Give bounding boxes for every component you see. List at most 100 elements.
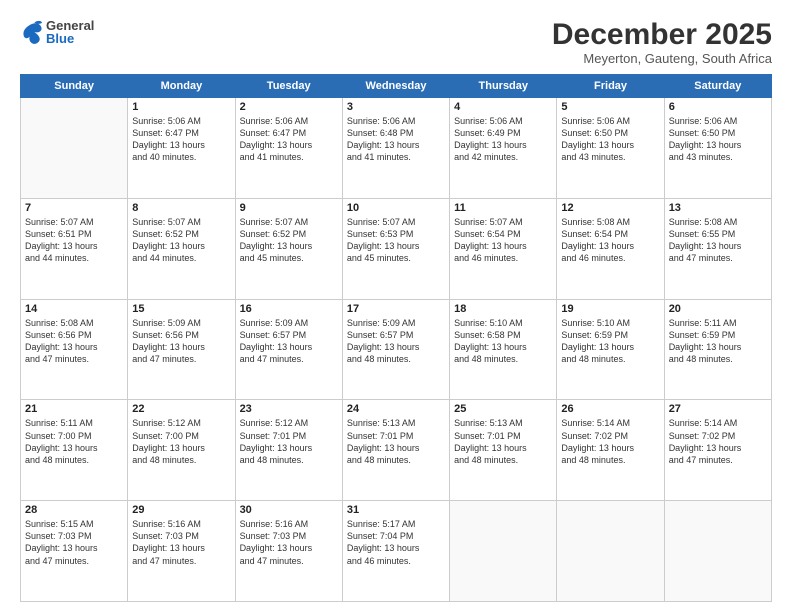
cell-day-number: 4 [454,101,552,113]
daylight-line1: Daylight: 13 hours [454,139,552,151]
daylight-line2: and 47 minutes. [25,555,123,567]
cell-sun-info: Sunrise: 5:10 AMSunset: 6:59 PMDaylight:… [561,317,659,366]
daylight-line1: Daylight: 13 hours [669,240,767,252]
sunrise-text: Sunrise: 5:10 AM [561,317,659,329]
sunset-text: Sunset: 7:02 PM [669,430,767,442]
daylight-line1: Daylight: 13 hours [561,442,659,454]
table-row [557,501,664,602]
cell-sun-info: Sunrise: 5:16 AMSunset: 7:03 PMDaylight:… [240,518,338,567]
daylight-line1: Daylight: 13 hours [132,542,230,554]
logo-blue-text: Blue [46,32,94,45]
table-row: 12Sunrise: 5:08 AMSunset: 6:54 PMDayligh… [557,198,664,299]
sunset-text: Sunset: 6:58 PM [454,329,552,341]
daylight-line1: Daylight: 13 hours [669,139,767,151]
table-row: 9 Sunrise: 5:07 AMSunset: 6:52 PMDaylight… [235,198,342,299]
cell-sun-info: Sunrise: 5:07 AMSunset: 6:52 PMDaylight:… [132,216,230,265]
table-row: 28 Sunrise: 5:15 AMSunset: 7:03 PMDayligh… [21,501,128,602]
daylight-line1: Daylight: 13 hours [454,341,552,353]
table-row: 2Sunrise: 5:06 AMSunset: 6:47 PMDaylight… [235,98,342,199]
daylight-line2: and 47 minutes. [669,252,767,264]
cell-day-number: 31 [347,504,445,516]
daylight-line2: and 46 minutes. [454,252,552,264]
daylight-line1: Daylight: 13 hours [25,240,123,252]
cell-day-number: 8 [132,202,230,214]
table-row: 4 Sunrise: 5:06 AMSunset: 6:49 PMDaylight… [450,98,557,199]
cell-day-number: 26 [561,403,659,415]
month-title: December 2025 [552,18,772,51]
cell-sun-info: Sunrise: 5:16 AMSunset: 7:03 PMDaylight:… [132,518,230,567]
header-sunday: Sunday [21,75,128,98]
sunset-text: Sunset: 6:55 PM [669,228,767,240]
sunset-text: Sunset: 6:57 PM [240,329,338,341]
table-row [21,98,128,199]
table-row: 24Sunrise: 5:13 AMSunset: 7:01 PMDayligh… [342,400,449,501]
daylight-line2: and 41 minutes. [347,151,445,163]
table-row: 25Sunrise: 5:13 AMSunset: 7:01 PMDayligh… [450,400,557,501]
table-row: 17Sunrise: 5:09 AMSunset: 6:57 PMDayligh… [342,299,449,400]
daylight-line2: and 44 minutes. [132,252,230,264]
daylight-line2: and 47 minutes. [240,555,338,567]
cell-day-number: 9 [240,202,338,214]
daylight-line2: and 48 minutes. [669,353,767,365]
daylight-line1: Daylight: 13 hours [132,139,230,151]
daylight-line2: and 40 minutes. [132,151,230,163]
header: General Blue December 2025 Meyerton, Gau… [20,18,772,66]
daylight-line2: and 46 minutes. [347,555,445,567]
cell-sun-info: Sunrise: 5:07 AMSunset: 6:52 PMDaylight:… [240,216,338,265]
daylight-line1: Daylight: 13 hours [132,341,230,353]
cell-day-number: 14 [25,303,123,315]
table-row: 30Sunrise: 5:16 AMSunset: 7:03 PMDayligh… [235,501,342,602]
location: Meyerton, Gauteng, South Africa [552,51,772,66]
cell-day-number: 28 [25,504,123,516]
cell-day-number: 13 [669,202,767,214]
daylight-line2: and 48 minutes. [561,353,659,365]
cell-day-number: 6 [669,101,767,113]
calendar-table: Sunday Monday Tuesday Wednesday Thursday… [20,74,772,602]
sunset-text: Sunset: 6:59 PM [669,329,767,341]
cell-day-number: 24 [347,403,445,415]
daylight-line2: and 47 minutes. [132,353,230,365]
cell-sun-info: Sunrise: 5:06 AMSunset: 6:47 PMDaylight:… [132,115,230,164]
daylight-line1: Daylight: 13 hours [25,542,123,554]
daylight-line1: Daylight: 13 hours [240,341,338,353]
calendar-week-row: 28 Sunrise: 5:15 AMSunset: 7:03 PMDayligh… [21,501,772,602]
cell-sun-info: Sunrise: 5:15 AMSunset: 7:03 PMDaylight:… [25,518,123,567]
daylight-line1: Daylight: 13 hours [347,240,445,252]
sunrise-text: Sunrise: 5:14 AM [669,417,767,429]
daylight-line2: and 43 minutes. [669,151,767,163]
cell-day-number: 11 [454,202,552,214]
cell-sun-info: Sunrise: 5:06 AMSunset: 6:47 PMDaylight:… [240,115,338,164]
table-row: 26 Sunrise: 5:14 AMSunset: 7:02 PMDayligh… [557,400,664,501]
cell-day-number: 17 [347,303,445,315]
header-tuesday: Tuesday [235,75,342,98]
sunset-text: Sunset: 6:52 PM [240,228,338,240]
sunset-text: Sunset: 7:03 PM [240,530,338,542]
cell-sun-info: Sunrise: 5:12 AMSunset: 7:00 PMDaylight:… [132,417,230,466]
table-row: 31Sunrise: 5:17 AMSunset: 7:04 PMDayligh… [342,501,449,602]
cell-day-number: 29 [132,504,230,516]
daylight-line2: and 47 minutes. [132,555,230,567]
cell-sun-info: Sunrise: 5:13 AMSunset: 7:01 PMDaylight:… [454,417,552,466]
cell-sun-info: Sunrise: 5:08 AMSunset: 6:54 PMDaylight:… [561,216,659,265]
cell-sun-info: Sunrise: 5:06 AMSunset: 6:48 PMDaylight:… [347,115,445,164]
table-row: 6Sunrise: 5:06 AMSunset: 6:50 PMDaylight… [664,98,771,199]
sunrise-text: Sunrise: 5:08 AM [561,216,659,228]
sunrise-text: Sunrise: 5:13 AM [454,417,552,429]
sunrise-text: Sunrise: 5:06 AM [669,115,767,127]
cell-sun-info: Sunrise: 5:06 AMSunset: 6:49 PMDaylight:… [454,115,552,164]
daylight-line1: Daylight: 13 hours [454,442,552,454]
sunrise-text: Sunrise: 5:14 AM [561,417,659,429]
table-row: 20Sunrise: 5:11 AMSunset: 6:59 PMDayligh… [664,299,771,400]
cell-sun-info: Sunrise: 5:11 AMSunset: 6:59 PMDaylight:… [669,317,767,366]
table-row: 23 Sunrise: 5:12 AMSunset: 7:01 PMDayligh… [235,400,342,501]
daylight-line2: and 48 minutes. [25,454,123,466]
calendar-week-row: 21Sunrise: 5:11 AMSunset: 7:00 PMDayligh… [21,400,772,501]
sunrise-text: Sunrise: 5:06 AM [454,115,552,127]
cell-day-number: 23 [240,403,338,415]
cell-sun-info: Sunrise: 5:12 AMSunset: 7:01 PMDaylight:… [240,417,338,466]
daylight-line1: Daylight: 13 hours [454,240,552,252]
daylight-line2: and 45 minutes. [347,252,445,264]
cell-day-number: 21 [25,403,123,415]
cell-sun-info: Sunrise: 5:14 AMSunset: 7:02 PMDaylight:… [561,417,659,466]
sunrise-text: Sunrise: 5:16 AM [132,518,230,530]
